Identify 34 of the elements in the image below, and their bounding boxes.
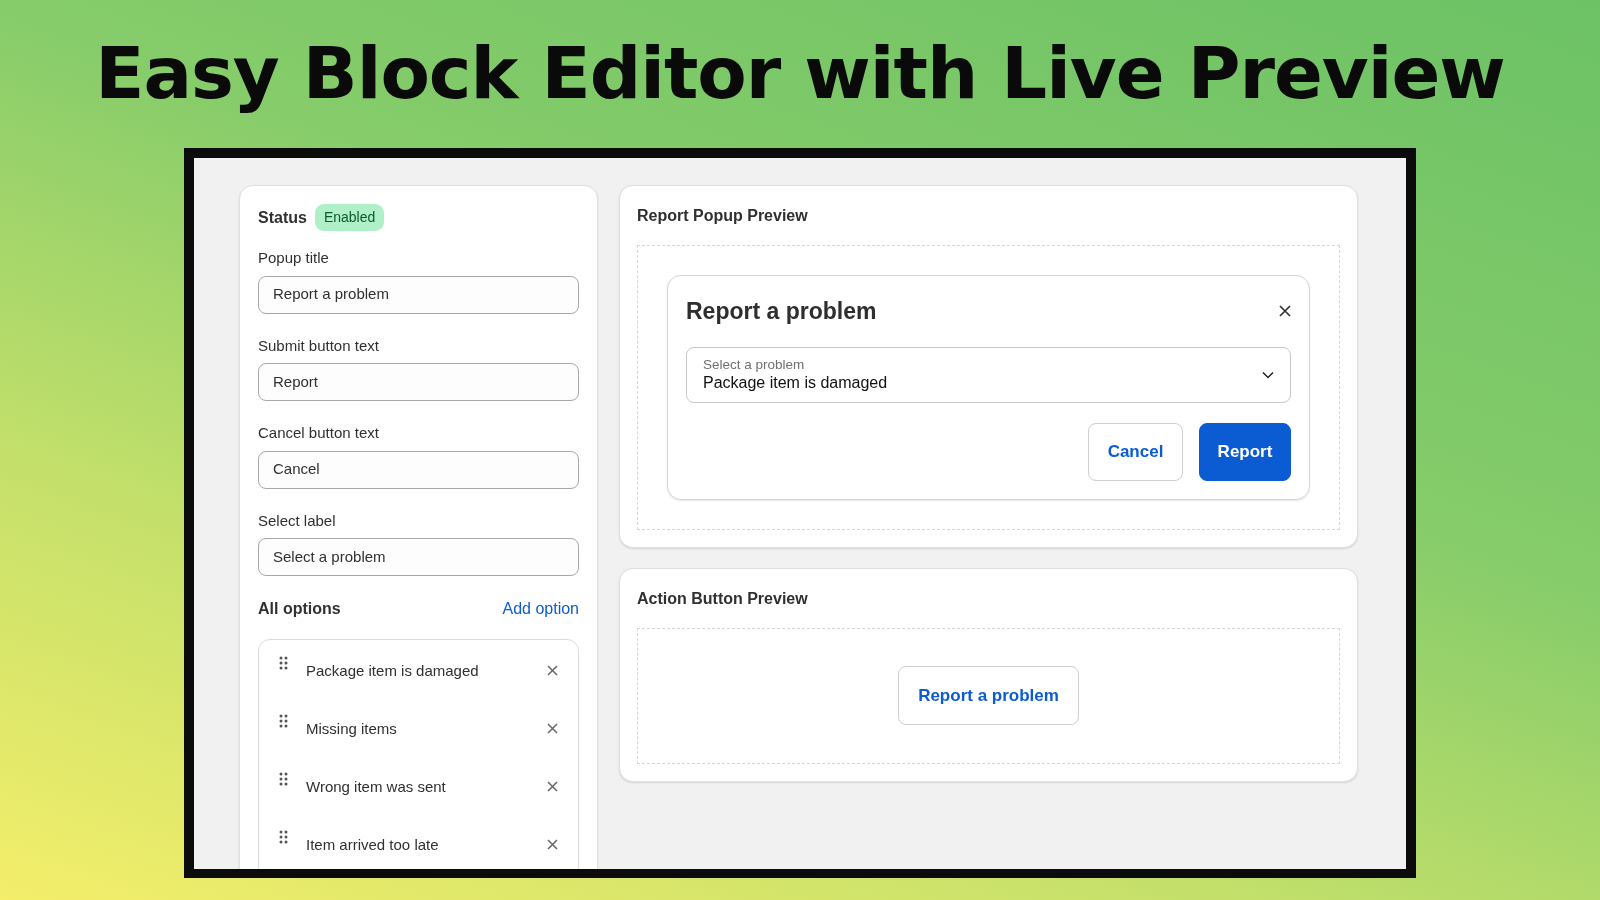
option-label: Item arrived too late	[305, 835, 440, 855]
drag-handle-icon[interactable]	[279, 830, 288, 844]
report-problem-button[interactable]: Report a problem	[898, 666, 1079, 725]
remove-icon[interactable]	[547, 723, 558, 734]
field-label: Popup title	[258, 248, 330, 268]
drag-handle-icon[interactable]	[279, 714, 288, 728]
option-label: Missing items	[305, 719, 398, 739]
field-label: Submit button text	[258, 335, 380, 356]
field-label: Cancel button text	[258, 423, 380, 443]
close-icon[interactable]	[1279, 305, 1291, 318]
status-label: Status	[258, 207, 307, 228]
text-field[interactable]: Cancel	[258, 450, 579, 489]
section-title: All options	[258, 599, 341, 619]
add-option-link[interactable]: Add option	[502, 597, 579, 621]
drag-handle-icon[interactable]	[279, 772, 288, 786]
text-field[interactable]: Report a problem	[258, 275, 579, 314]
remove-icon[interactable]	[547, 839, 558, 850]
card-title: Action Button Preview	[637, 588, 809, 609]
remove-icon[interactable]	[547, 781, 558, 792]
status-badge: Enabled	[314, 204, 385, 231]
option-label: Package item is damaged	[305, 661, 480, 681]
text-field[interactable]: Report	[258, 363, 579, 401]
remove-icon[interactable]	[547, 665, 558, 676]
headline: Easy Block Editor with Live Preview	[95, 30, 1505, 117]
cancel-button[interactable]: Cancel	[1088, 422, 1183, 481]
card-title: Report Popup Preview	[637, 206, 809, 226]
report-button[interactable]: Report	[1199, 422, 1291, 481]
field-label: Select label	[258, 510, 337, 531]
text-field[interactable]: Select a problem	[258, 538, 579, 576]
chevron-down-icon	[1262, 370, 1274, 379]
popup-title: Report a problem	[686, 297, 877, 326]
drag-handle-icon[interactable]	[279, 656, 288, 670]
problem-select[interactable]: Select a problem Package item is damaged	[686, 346, 1291, 403]
option-label: Wrong item was sent	[305, 777, 447, 797]
